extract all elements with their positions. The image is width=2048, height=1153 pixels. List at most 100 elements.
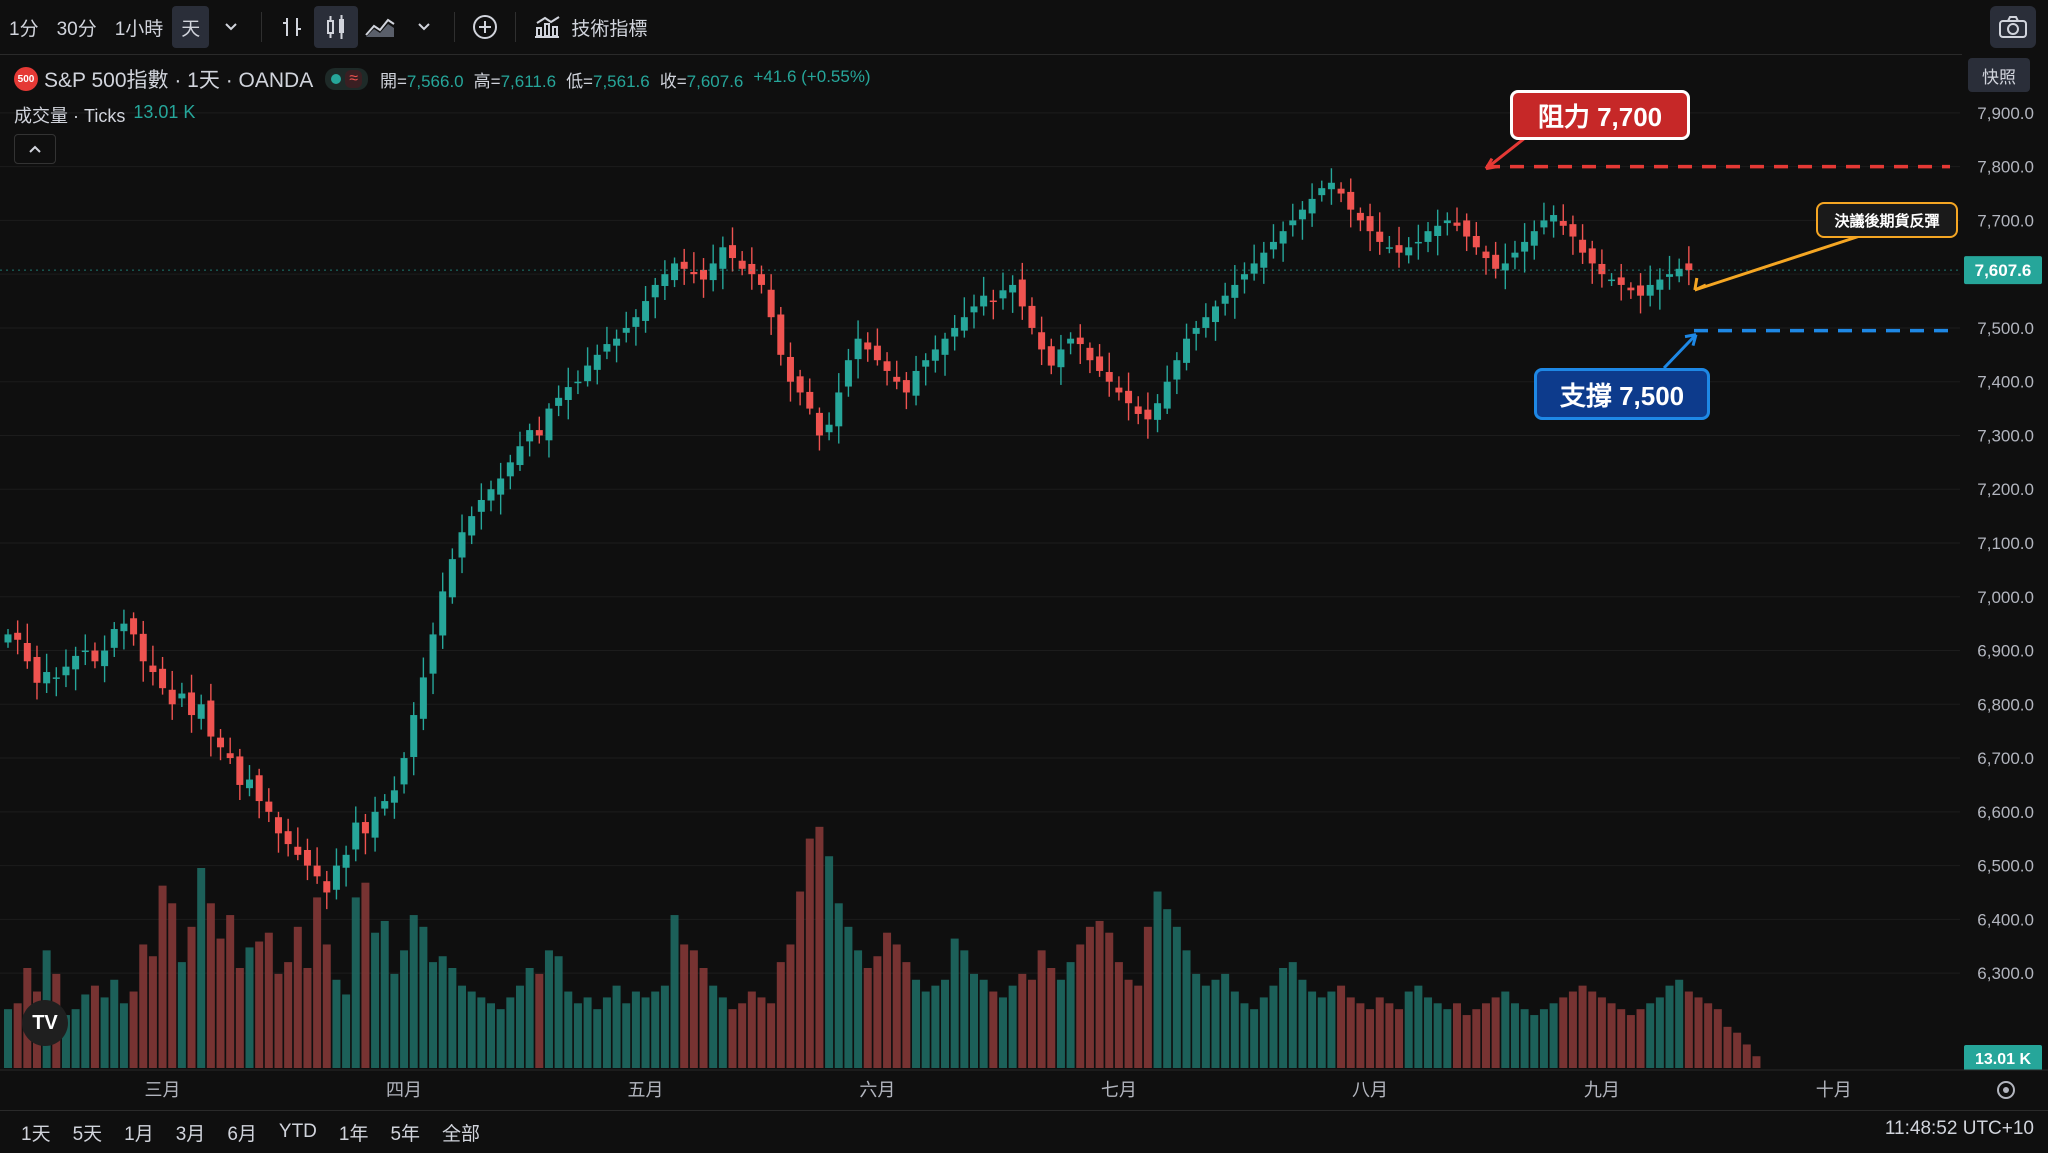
- candle-body: [777, 314, 785, 355]
- range-1d[interactable]: 1天: [10, 1119, 62, 1146]
- support-label: 支撐 7,500: [1559, 380, 1685, 411]
- range-1m[interactable]: 1月: [113, 1119, 165, 1146]
- rebound-arrow: [1694, 232, 1867, 292]
- indicators-button[interactable]: 技術指標: [524, 6, 656, 48]
- volume-bar: [1056, 979, 1065, 1068]
- volume-bar: [303, 968, 312, 1068]
- interval-30m[interactable]: 30分: [48, 6, 106, 48]
- volume-bar: [1530, 1015, 1539, 1068]
- range-ytd[interactable]: YTD: [268, 1121, 328, 1143]
- market-open-dot-icon: [331, 74, 342, 84]
- volume-bar: [284, 962, 293, 1068]
- resistance-label: 阻力 7,700: [1537, 101, 1663, 132]
- timezone-clock[interactable]: 11:48:52 UTC+10: [1885, 1118, 2034, 1140]
- volume-bar: [573, 1003, 582, 1068]
- tradingview-logo[interactable]: TV: [22, 1000, 68, 1046]
- price-tick-label: 7,400.0: [1977, 373, 2034, 392]
- candle-body: [381, 801, 389, 809]
- volume-bar: [515, 985, 524, 1068]
- chevron-down-icon[interactable]: [209, 6, 253, 48]
- indicators-icon: [535, 16, 560, 38]
- symbol-badge[interactable]: 500: [14, 67, 38, 91]
- snapshot-button[interactable]: 快照: [1968, 58, 2030, 92]
- toolbar-divider: [261, 12, 263, 42]
- range-6m[interactable]: 6月: [216, 1119, 268, 1146]
- candle-body: [1656, 279, 1664, 290]
- candle-body: [1434, 225, 1442, 237]
- candle-body: [545, 408, 553, 441]
- range-5d[interactable]: 5天: [62, 1119, 114, 1146]
- candle-body: [1269, 241, 1277, 250]
- collapse-legend-button[interactable]: [14, 134, 56, 164]
- volume-bar: [680, 944, 689, 1068]
- volume-bar: [989, 991, 998, 1068]
- volume-bar: [187, 926, 196, 1068]
- range-5y[interactable]: 5年: [379, 1119, 431, 1146]
- compare-add-icon[interactable]: [463, 6, 507, 48]
- price-chart[interactable]: 6,300.0 6,400.0 6,500.0 6,600.0 6,700.0 6,800…: [0, 54, 2048, 1110]
- volume-bar: [1085, 926, 1094, 1068]
- candle-body: [584, 365, 592, 382]
- volume-bar: [1578, 985, 1587, 1068]
- volume-legend[interactable]: 成交量 · Ticks 13.01 K: [14, 102, 195, 128]
- symbol-title[interactable]: S&P 500指數 · 1天 · OANDA: [44, 64, 313, 94]
- candle-body: [323, 881, 331, 893]
- rebound-label: 決議後期貨反彈: [1834, 212, 1940, 230]
- top-toolbar: 1分 30分 1小時 天 技術指標: [0, 0, 2048, 55]
- chevron-down-icon[interactable]: [402, 6, 446, 48]
- candle-body: [1298, 209, 1306, 220]
- area-chart-type-icon[interactable]: [358, 6, 402, 48]
- candle-body: [1559, 220, 1567, 226]
- candle-body: [1076, 337, 1084, 345]
- volume-bar: [1704, 1003, 1713, 1068]
- range-1y[interactable]: 1年: [328, 1119, 380, 1146]
- price-tick-label: 7,900.0: [1977, 104, 2034, 123]
- price-tick-label: 6,800.0: [1977, 695, 2034, 714]
- volume-value: 13.01 K: [133, 102, 196, 122]
- volume-bar: [950, 938, 959, 1068]
- volume-bar: [1752, 1056, 1761, 1068]
- volume-bar: [1201, 985, 1210, 1068]
- volume-bar: [332, 979, 341, 1068]
- volume-bar: [1646, 1003, 1655, 1068]
- candle-body: [477, 499, 485, 512]
- volume-bar: [206, 903, 215, 1068]
- volume-bar: [602, 997, 611, 1068]
- range-all[interactable]: 全部: [431, 1119, 491, 1146]
- screenshot-camera-button[interactable]: [1990, 6, 2036, 48]
- volume-bar: [970, 973, 978, 1068]
- volume-bar: [1288, 962, 1297, 1068]
- candle-body: [941, 338, 949, 355]
- volume-bar: [1626, 1015, 1635, 1068]
- candle-body: [1183, 338, 1191, 363]
- candle-body: [815, 412, 823, 436]
- range-3m[interactable]: 3月: [165, 1119, 217, 1146]
- interval-1m[interactable]: 1分: [0, 6, 48, 48]
- price-tick-label: 6,900.0: [1977, 642, 2034, 661]
- volume-bar: [1240, 1003, 1249, 1068]
- candle-body: [178, 693, 186, 699]
- candle-body: [642, 301, 650, 321]
- candlestick-chart-type-icon[interactable]: [314, 6, 359, 48]
- candle-body: [690, 272, 698, 275]
- interval-1h[interactable]: 1小時: [106, 6, 173, 48]
- candle-body: [294, 846, 302, 855]
- volume-bar: [235, 968, 244, 1068]
- time-tick-label: 三月: [145, 1080, 181, 1100]
- candle-body: [1405, 247, 1413, 256]
- time-tick-label: 十月: [1816, 1080, 1852, 1100]
- market-status[interactable]: ≈: [325, 68, 368, 90]
- volume-bar: [1462, 1015, 1471, 1068]
- close-value: 7,607.6: [686, 71, 744, 91]
- volume-bar: [651, 991, 660, 1068]
- bar-chart-type-icon[interactable]: [270, 6, 314, 48]
- candle-body: [1250, 263, 1258, 274]
- volume-bar: [119, 1003, 128, 1068]
- interval-1d[interactable]: 天: [172, 6, 210, 48]
- volume-bar: [322, 944, 331, 1068]
- candle-body: [1279, 231, 1287, 244]
- resistance-callout: 阻力 7,700: [1510, 90, 1690, 140]
- volume-bar: [274, 973, 283, 1068]
- volume-bar: [1607, 1003, 1616, 1068]
- candle-body: [1588, 248, 1596, 264]
